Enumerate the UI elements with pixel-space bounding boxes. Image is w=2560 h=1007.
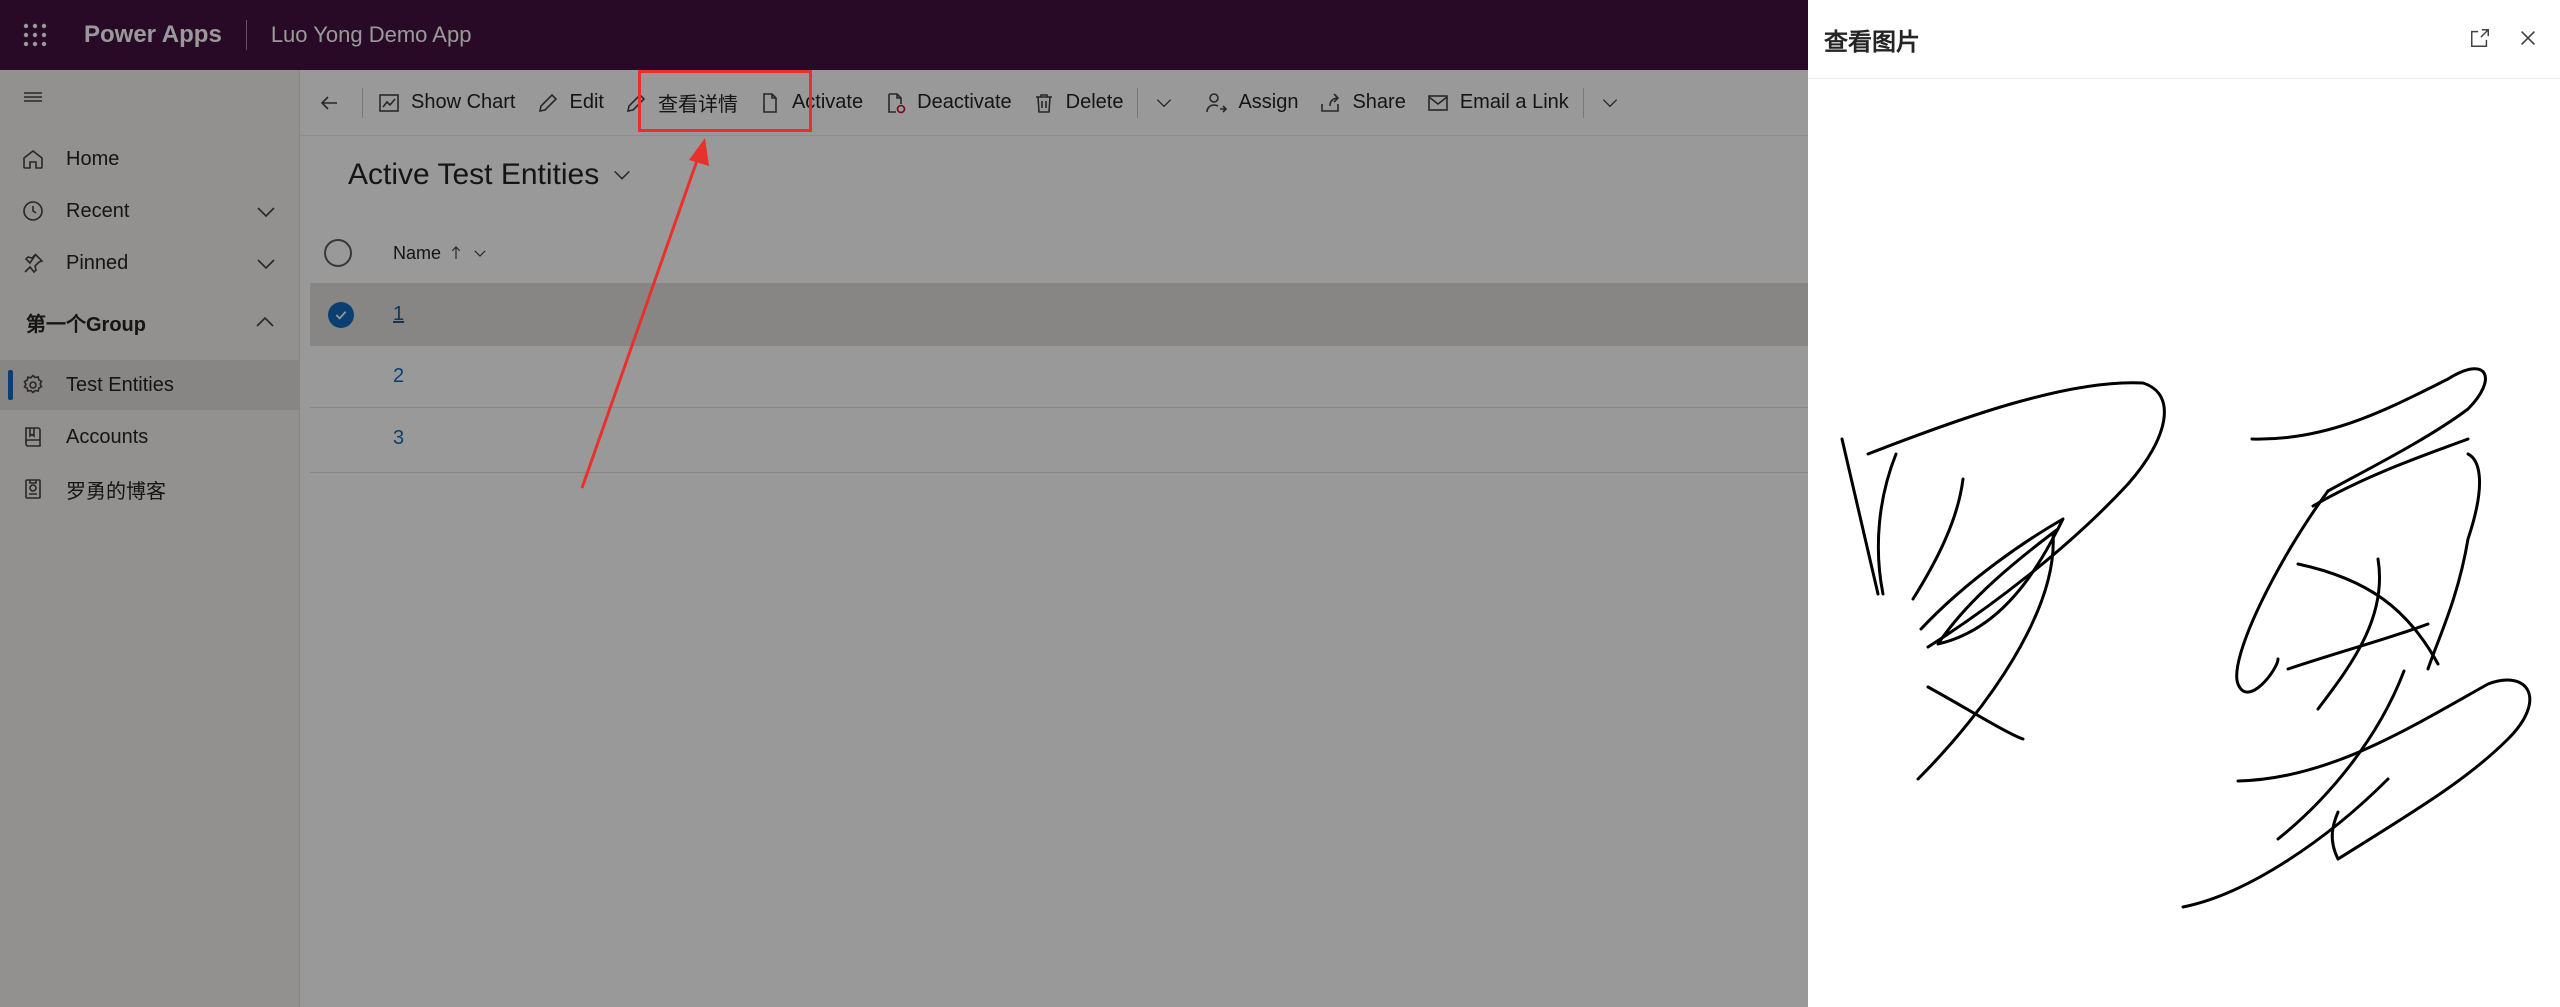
expand-button[interactable] xyxy=(2464,22,2496,54)
expand-icon xyxy=(2471,29,2489,47)
close-icon xyxy=(2520,30,2536,46)
image-dialog: 查看图片 xyxy=(1808,0,2560,1007)
modal-backdrop[interactable] xyxy=(0,0,1808,1007)
close-button[interactable] xyxy=(2512,22,2544,54)
signature-image xyxy=(1840,367,2532,909)
dialog-title: 查看图片 xyxy=(1824,29,1920,56)
